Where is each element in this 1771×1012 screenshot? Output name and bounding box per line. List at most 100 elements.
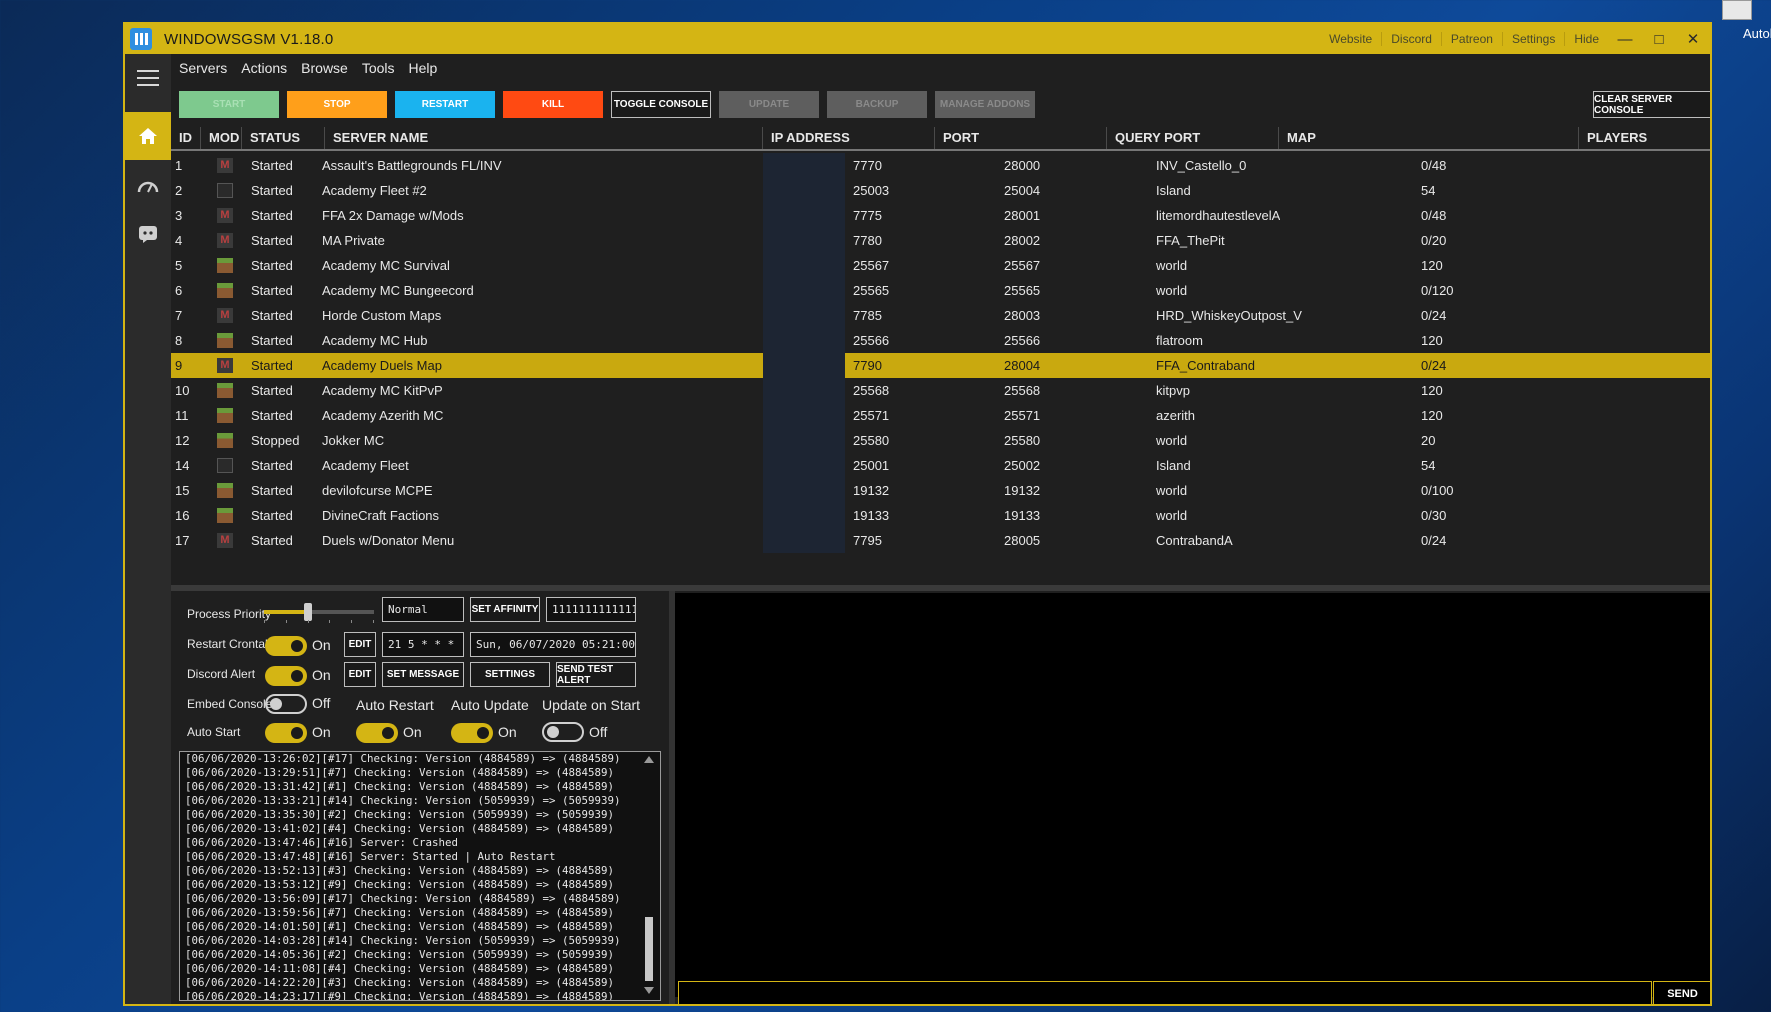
menu-help[interactable]: Help (409, 60, 438, 76)
table-row[interactable]: 1 M Started Assault's Battlegrounds FL/INV 7… (171, 153, 1710, 178)
scroll-down-icon[interactable] (644, 987, 654, 994)
cell-port: 7790 (853, 358, 882, 373)
col-players[interactable]: PLAYERS (1579, 127, 1710, 149)
cell-status: Started (251, 458, 293, 473)
discord-settings-button[interactable]: SETTINGS (470, 662, 550, 687)
col-port[interactable]: PORT (935, 127, 1107, 149)
sidebar-item-discord[interactable] (125, 214, 171, 254)
sidebar-item-home[interactable] (125, 112, 171, 160)
affinity-value-field: 1111111111111 (546, 597, 636, 622)
table-row[interactable]: 4 M Started MA Private 7780 28002 FFA_ThePit 0/… (171, 228, 1710, 253)
log-scrollbar[interactable] (644, 752, 658, 1000)
embed-console-label: Embed Console (187, 697, 273, 711)
menu-servers[interactable]: Servers (179, 60, 227, 76)
col-server-name[interactable]: SERVER NAME (325, 127, 763, 149)
toggle-console-button[interactable]: TOGGLE CONSOLE (611, 91, 711, 118)
table-row[interactable]: 15 Started devilofcurse MCPE 19132 19132 worl… (171, 478, 1710, 503)
edit-crontab-button[interactable]: EDIT (344, 632, 376, 657)
cell-port: 19132 (853, 483, 890, 498)
cell-status: Stopped (251, 433, 300, 448)
hamburger-menu-icon[interactable] (137, 70, 159, 91)
auto-start-toggle[interactable] (265, 723, 307, 743)
clear-server-console-button[interactable]: CLEAR SERVER CONSOLE (1593, 91, 1710, 118)
cell-status: Started (251, 283, 293, 298)
update-button[interactable]: UPDATE (719, 91, 819, 118)
table-row[interactable]: 3 M Started FFA 2x Damage w/Mods 7775 28001 li… (171, 203, 1710, 228)
table-row[interactable]: 7 M Started Horde Custom Maps 7785 28003 HRD_W… (171, 303, 1710, 328)
cell-port: 7775 (853, 208, 882, 223)
edit-discord-button[interactable]: EDIT (344, 662, 376, 687)
cell-id: 17 (175, 533, 190, 548)
desktop-shortcut-icon[interactable] (1722, 0, 1752, 20)
auto-update-toggle[interactable] (451, 723, 493, 743)
minimize-button[interactable]: — (1608, 31, 1642, 48)
priority-slider[interactable] (264, 603, 374, 621)
cell-query: 25568 (1004, 383, 1041, 398)
kill-button[interactable]: KILL (503, 91, 603, 118)
log-line: [06/06/2020-14:05:36][#2] Checking: Vers… (185, 948, 615, 961)
cell-id: 12 (175, 433, 190, 448)
col-mod[interactable]: MOD (201, 127, 242, 149)
minecraft-icon (217, 508, 233, 523)
table-row[interactable]: 2 Started Academy Fleet #2 25003 25004 Island… (171, 178, 1710, 203)
discord-link[interactable]: Discord (1381, 32, 1441, 46)
cell-query: 28005 (1004, 533, 1041, 548)
table-row[interactable]: 10 Started Academy MC KitPvP 25568 25568 kitp… (171, 378, 1710, 403)
auto-restart-toggle[interactable] (356, 723, 398, 743)
set-affinity-button[interactable]: SET AFFINITY (470, 597, 540, 622)
col-status[interactable]: STATUS (242, 127, 325, 149)
table-row[interactable]: 12 Stopped Jokker MC 25580 25580 world 20 (171, 428, 1710, 453)
crontab-value-field[interactable]: 21 5 * * * (382, 632, 464, 657)
website-link[interactable]: Website (1320, 32, 1381, 46)
cell-query: 25002 (1004, 458, 1041, 473)
cell-players: 120 (1421, 258, 1443, 273)
hide-link[interactable]: Hide (1564, 32, 1608, 46)
restart-button[interactable]: RESTART (395, 91, 495, 118)
priority-value-field: Normal (382, 597, 464, 622)
cell-map: world (1156, 483, 1188, 498)
server-grid: ID MOD STATUS SERVER NAME IP ADDRESS POR… (171, 127, 1710, 585)
table-row[interactable]: 16 Started DivineCraft Factions 19133 19133 w… (171, 503, 1710, 528)
table-row[interactable]: 6 Started Academy MC Bungeecord 25565 25565 w… (171, 278, 1710, 303)
cell-port: 25567 (853, 258, 890, 273)
col-map[interactable]: MAP (1279, 127, 1579, 149)
table-row[interactable]: 9 M Started Academy Duels Map 7790 28004 FFA_C… (171, 353, 1710, 378)
send-test-alert-button[interactable]: SEND TEST ALERT (556, 662, 636, 687)
patreon-link[interactable]: Patreon (1440, 32, 1502, 46)
manage-addons-button[interactable]: MANAGE ADDONS (935, 91, 1035, 118)
backup-button[interactable]: BACKUP (827, 91, 927, 118)
settings-link[interactable]: Settings (1501, 32, 1564, 46)
sidebar-item-dashboard[interactable] (125, 166, 171, 206)
log-line: [06/06/2020-13:52:13][#3] Checking: Vers… (185, 864, 615, 877)
embed-console-toggle[interactable] (265, 694, 307, 714)
priority-slider-thumb[interactable] (304, 603, 312, 621)
cell-players: 0/100 (1421, 483, 1454, 498)
table-row[interactable]: 14 Started Academy Fleet 25001 25002 Island 54 (171, 453, 1710, 478)
console-command-input[interactable] (678, 981, 1652, 1004)
scroll-up-icon[interactable] (644, 756, 654, 763)
priority-slider-ticks (264, 620, 374, 624)
cell-query: 28004 (1004, 358, 1041, 373)
send-button[interactable]: SEND (1653, 981, 1710, 1004)
menu-browse[interactable]: Browse (301, 60, 348, 76)
event-log[interactable]: [06/06/2020-13:26:02][#17] Checking: Ver… (179, 751, 661, 1001)
auto-start-state: On (312, 724, 331, 740)
table-row[interactable]: 17 M Started Duels w/Donator Menu 7795 28005 C… (171, 528, 1710, 553)
table-row[interactable]: 11 Started Academy Azerith MC 25571 25571 aze… (171, 403, 1710, 428)
discord-alert-toggle[interactable] (265, 666, 307, 686)
scroll-thumb[interactable] (645, 917, 653, 981)
table-row[interactable]: 8 Started Academy MC Hub 25566 25566 flatroom… (171, 328, 1710, 353)
menu-actions[interactable]: Actions (241, 60, 287, 76)
col-id[interactable]: ID (171, 127, 201, 149)
restart-crontab-toggle[interactable] (265, 636, 307, 656)
stop-button[interactable]: STOP (287, 91, 387, 118)
table-row[interactable]: 5 Started Academy MC Survival 25567 25567 wor… (171, 253, 1710, 278)
start-button[interactable]: START (179, 91, 279, 118)
col-ip-address[interactable]: IP ADDRESS (763, 127, 935, 149)
maximize-button[interactable]: □ (1642, 31, 1676, 48)
update-on-start-toggle[interactable] (542, 722, 584, 742)
menu-tools[interactable]: Tools (362, 60, 395, 76)
close-button[interactable]: ✕ (1676, 30, 1710, 48)
col-query-port[interactable]: QUERY PORT (1107, 127, 1279, 149)
set-message-button[interactable]: SET MESSAGE (382, 662, 464, 687)
